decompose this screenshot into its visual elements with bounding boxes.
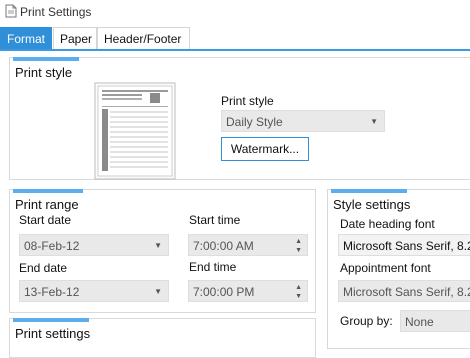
group-accent-bar bbox=[13, 189, 83, 193]
appointment-font-value: Microsoft Sans Serif, 8.25 bbox=[343, 285, 470, 299]
style-settings-group: Style settings Date heading font Microso… bbox=[327, 189, 470, 349]
print-style-group-title: Print style bbox=[15, 65, 73, 80]
dropdown-arrow-icon: ▼ bbox=[154, 241, 162, 250]
tab-header-footer[interactable]: Header/Footer bbox=[97, 27, 190, 49]
end-date-picker[interactable]: 13-Feb-12 ▼ bbox=[19, 280, 169, 302]
print-settings-group-title: Print settings bbox=[15, 326, 91, 341]
print-style-label: Print style bbox=[221, 94, 274, 108]
group-accent-bar bbox=[13, 318, 89, 322]
watermark-button[interactable]: Watermark... bbox=[221, 137, 309, 161]
end-date-value: 13-Feb-12 bbox=[24, 285, 80, 299]
print-range-group: Print range Start date 08-Feb-12 ▼ Start… bbox=[9, 189, 316, 313]
group-accent-bar bbox=[331, 189, 407, 193]
date-heading-font-value: Microsoft Sans Serif, 8.25 bbox=[343, 239, 470, 253]
dropdown-arrow-icon: ▼ bbox=[370, 117, 378, 126]
tab-paper[interactable]: Paper bbox=[53, 27, 97, 49]
start-time-value: 7:00:00 AM bbox=[193, 239, 254, 253]
dropdown-arrow-icon: ▼ bbox=[154, 287, 162, 296]
print-settings-icon bbox=[5, 4, 17, 18]
start-date-label: Start date bbox=[19, 213, 72, 227]
spin-down-icon[interactable]: ▼ bbox=[295, 247, 302, 254]
group-by-combo[interactable]: None bbox=[400, 310, 470, 332]
window-title: Print Settings bbox=[20, 5, 92, 19]
style-settings-group-title: Style settings bbox=[333, 197, 411, 212]
spin-up-icon[interactable]: ▲ bbox=[295, 238, 302, 245]
print-style-combo[interactable]: Daily Style ▼ bbox=[221, 110, 385, 132]
print-settings-group: Print settings bbox=[9, 318, 316, 358]
start-time-spinner[interactable]: 7:00:00 AM ▲ ▼ bbox=[188, 234, 308, 256]
group-accent-bar bbox=[13, 57, 79, 61]
print-style-group: Print style Print style Daily Style ▼ Wa… bbox=[9, 57, 470, 180]
appointment-font-label: Appointment font bbox=[340, 261, 431, 275]
start-time-label: Start time bbox=[189, 213, 241, 227]
start-date-picker[interactable]: 08-Feb-12 ▼ bbox=[19, 234, 169, 256]
end-date-label: End date bbox=[19, 261, 68, 275]
end-time-spinner[interactable]: 7:00:00 PM ▲ ▼ bbox=[188, 280, 308, 302]
spin-down-icon[interactable]: ▼ bbox=[295, 293, 302, 300]
appointment-font-field[interactable]: Microsoft Sans Serif, 8.25 bbox=[338, 280, 470, 302]
group-by-label: Group by: bbox=[340, 314, 393, 328]
print-style-value: Daily Style bbox=[226, 115, 283, 129]
end-time-value: 7:00:00 PM bbox=[193, 285, 255, 299]
spin-up-icon[interactable]: ▲ bbox=[295, 284, 302, 291]
start-date-value: 08-Feb-12 bbox=[24, 239, 80, 253]
print-range-group-title: Print range bbox=[15, 197, 79, 212]
group-by-value: None bbox=[405, 315, 434, 329]
date-heading-font-field[interactable]: Microsoft Sans Serif, 8.25 bbox=[338, 234, 470, 256]
daily-style-preview-icon bbox=[94, 82, 176, 180]
date-heading-font-label: Date heading font bbox=[340, 217, 435, 231]
tab-strip: Format Paper Header/Footer bbox=[0, 27, 470, 51]
title-bar: Print Settings bbox=[0, 0, 470, 24]
end-time-label: End time bbox=[189, 260, 237, 274]
tab-format[interactable]: Format bbox=[0, 27, 52, 49]
